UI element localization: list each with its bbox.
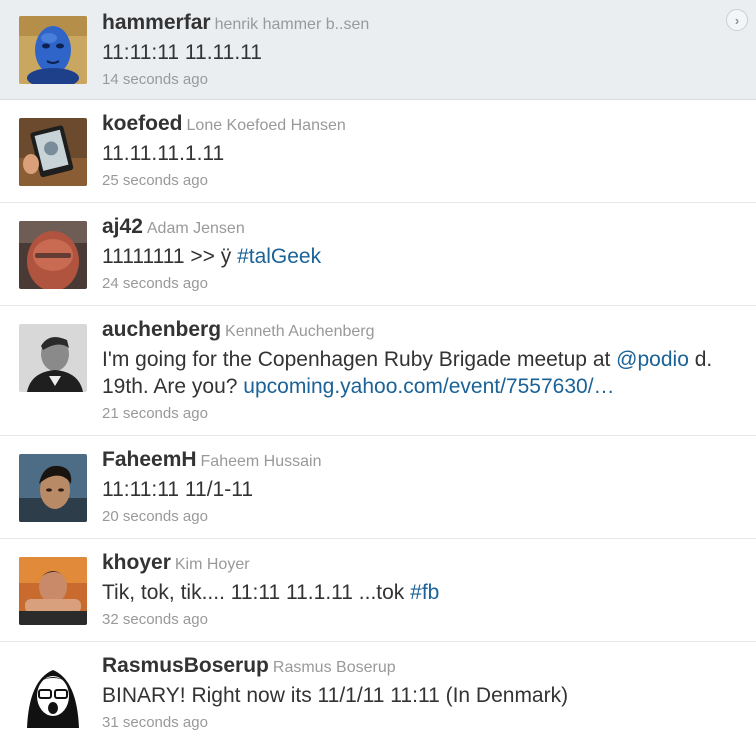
screen-name[interactable]: auchenberg bbox=[102, 318, 221, 341]
tweet-text-segment: I'm going for the Copenhagen Ruby Brigad… bbox=[102, 348, 617, 371]
tweet-text-segment: 11111111 >> ÿ bbox=[102, 245, 238, 268]
screen-name[interactable]: FaheemH bbox=[102, 448, 197, 471]
tweet-text: 11:11:11 11/1-11 bbox=[102, 476, 736, 503]
tweet-row[interactable]: FaheemH Faheem Hussain 11:11:11 11/1-11 2… bbox=[0, 436, 756, 539]
avatar-bw-man-icon bbox=[19, 324, 87, 392]
full-name: Kenneth Auchenberg bbox=[225, 323, 375, 340]
tweet-row[interactable]: koefoed Lone Koefoed Hansen 11.11.11.1.11… bbox=[0, 100, 756, 203]
tweet-text: 11111111 >> ÿ #talGeek bbox=[102, 243, 736, 270]
timestamp[interactable]: 21 seconds ago bbox=[102, 404, 736, 424]
full-name: Lone Koefoed Hansen bbox=[186, 117, 346, 134]
full-name: Adam Jensen bbox=[146, 220, 245, 237]
screen-name[interactable]: khoyer bbox=[102, 551, 171, 574]
tweet-text: BINARY! Right now its 11/1/11 11:11 (In … bbox=[102, 682, 736, 709]
full-name: Kim Hoyer bbox=[174, 556, 250, 573]
avatar[interactable] bbox=[19, 324, 87, 392]
tweet-row[interactable]: RasmusBoserup Rasmus Boserup BINARY! Righ… bbox=[0, 642, 756, 738]
screen-name[interactable]: koefoed bbox=[102, 112, 183, 135]
tweet-row[interactable]: khoyer Kim Hoyer Tik, tok, tik.... 11:11 … bbox=[0, 539, 756, 642]
tweet-text-segment: 11:11:11 11/1-11 bbox=[102, 478, 254, 501]
timestamp[interactable]: 20 seconds ago bbox=[102, 507, 736, 527]
avatar-tablet-icon bbox=[19, 118, 87, 186]
tweet-row[interactable]: aj42 Adam Jensen 11111111 >> ÿ #talGeek 2… bbox=[0, 203, 756, 306]
tweet-text: 11.11.11.1.11 bbox=[102, 140, 736, 167]
avatar[interactable] bbox=[19, 557, 87, 625]
screen-name[interactable]: aj42 bbox=[102, 215, 143, 238]
full-name: Rasmus Boserup bbox=[272, 659, 396, 676]
tweet-stream: hammerfar henrik hammer b..sen 11:11:11 1… bbox=[0, 0, 756, 738]
tweet-text-segment: 11:11:11 11.11.11 bbox=[102, 41, 262, 64]
screen-name[interactable]: RasmusBoserup bbox=[102, 654, 269, 677]
tweet-text: 11:11:11 11.11.11 bbox=[102, 39, 736, 66]
screen-name[interactable]: hammerfar bbox=[102, 11, 211, 34]
tweet-link[interactable]: #fb bbox=[410, 581, 439, 604]
full-name: Faheem Hussain bbox=[200, 453, 322, 470]
tweet-text-segment: Tik, tok, tik.... 11:11 11.1.11 ...tok bbox=[102, 581, 411, 604]
avatar-dark-hair-icon bbox=[19, 454, 87, 522]
timestamp[interactable]: 32 seconds ago bbox=[102, 610, 736, 630]
avatar-red-face-icon bbox=[19, 221, 87, 289]
avatar[interactable] bbox=[19, 660, 87, 728]
full-name: henrik hammer b..sen bbox=[214, 16, 370, 33]
avatar-blue-face-icon bbox=[19, 16, 87, 84]
avatar[interactable] bbox=[19, 221, 87, 289]
avatar-hands-face-icon bbox=[19, 557, 87, 625]
tweet-text-segment: 11.11.11.1.11 bbox=[102, 142, 225, 165]
timestamp[interactable]: 25 seconds ago bbox=[102, 171, 736, 191]
tweet-row[interactable]: auchenberg Kenneth Auchenberg I'm going f… bbox=[0, 306, 756, 436]
timestamp[interactable]: 24 seconds ago bbox=[102, 274, 736, 294]
tweet-row[interactable]: hammerfar henrik hammer b..sen 11:11:11 1… bbox=[0, 0, 756, 100]
avatar[interactable] bbox=[19, 454, 87, 522]
expand-tweet-button[interactable]: › bbox=[726, 9, 748, 31]
timestamp[interactable]: 14 seconds ago bbox=[102, 70, 736, 90]
avatar[interactable] bbox=[19, 16, 87, 84]
tweet-link[interactable]: @podio bbox=[616, 348, 689, 371]
tweet-text: I'm going for the Copenhagen Ruby Brigad… bbox=[102, 346, 736, 400]
tweet-link[interactable]: upcoming.yahoo.com/event/7557630/… bbox=[243, 375, 614, 398]
tweet-text: Tik, tok, tik.... 11:11 11.1.11 ...tok #… bbox=[102, 579, 736, 606]
tweet-text-segment: BINARY! Right now its 11/1/11 11:11 (In … bbox=[102, 684, 569, 707]
tweet-link[interactable]: #talGeek bbox=[237, 245, 321, 268]
chevron-right-icon: › bbox=[734, 12, 740, 28]
timestamp[interactable]: 31 seconds ago bbox=[102, 713, 736, 733]
avatar[interactable] bbox=[19, 118, 87, 186]
avatar-cartoon-glasses-icon bbox=[19, 660, 87, 728]
